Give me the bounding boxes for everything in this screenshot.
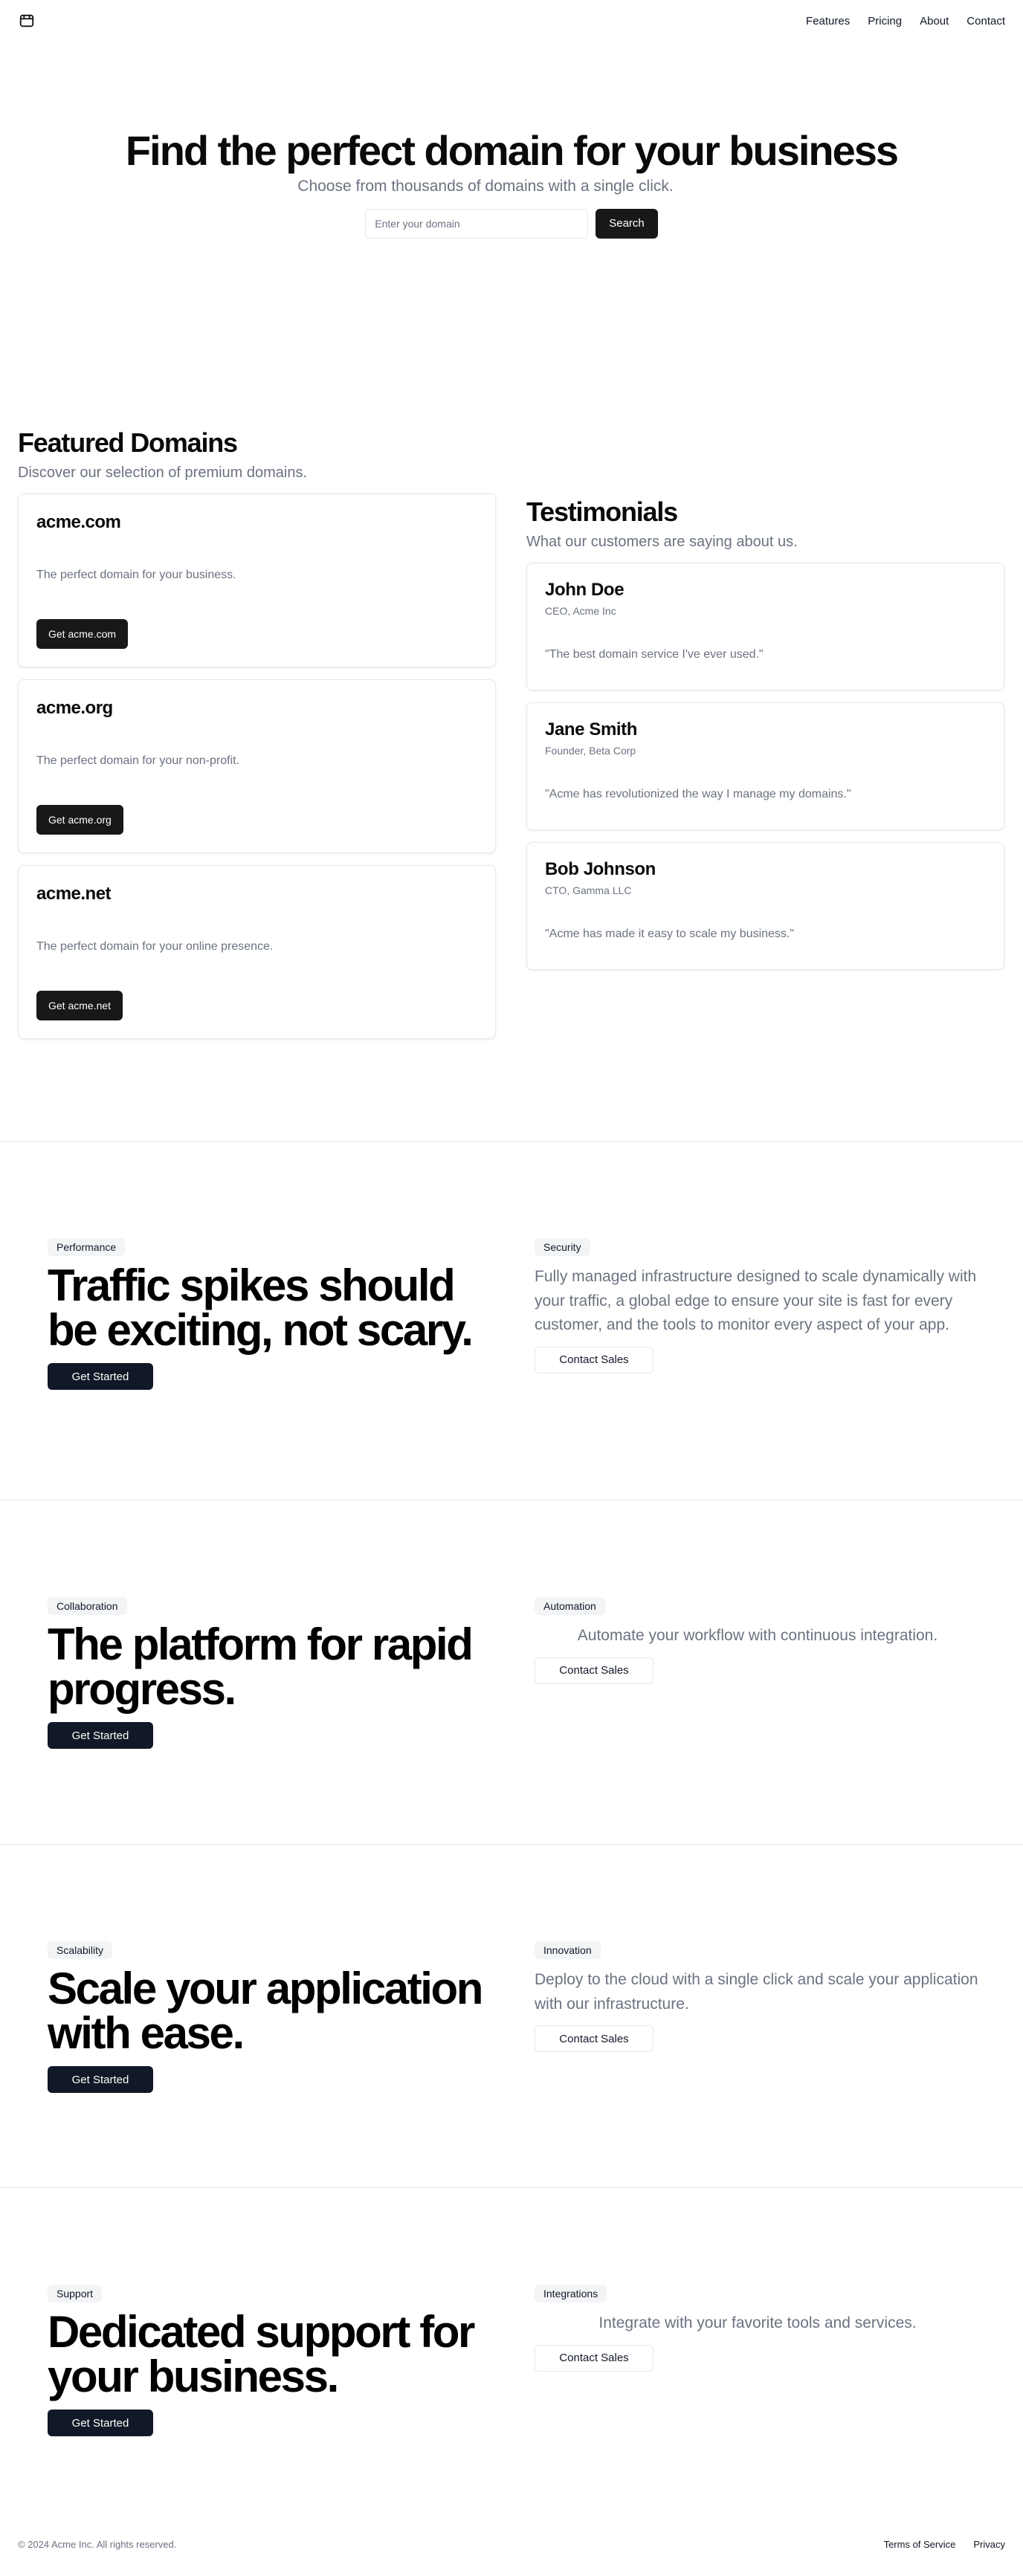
- domain-card: acme.net The perfect domain for your onl…: [18, 865, 496, 1039]
- nav-link-contact[interactable]: Contact: [966, 15, 1005, 27]
- feature-description: Fully managed infrastructure designed to…: [535, 1268, 977, 1334]
- get-domain-button[interactable]: Get acme.net: [36, 991, 123, 1020]
- domain-description: The perfect domain for your non-profit.: [36, 754, 240, 767]
- testimonial-quote: "Acme has made it easy to scale my busin…: [545, 928, 795, 940]
- get-domain-button[interactable]: Get acme.org: [36, 805, 123, 835]
- testimonial-card: Jane Smith Founder, Beta Corp "Acme has …: [526, 702, 1004, 830]
- feature-section-scalability: Scalability Scale your application with …: [0, 1844, 1023, 2187]
- feature-badge: Collaboration: [48, 1597, 127, 1615]
- feature-description: Integrate with your favorite tools and s…: [598, 2314, 917, 2331]
- search-button[interactable]: Search: [596, 208, 658, 239]
- contact-sales-button[interactable]: Contact Sales: [535, 2025, 654, 2053]
- feature-badge: Automation: [535, 1597, 605, 1615]
- testimonial-author: Jane Smith: [545, 719, 638, 740]
- get-started-button[interactable]: Get Started: [48, 2066, 153, 2093]
- feature-right-column: Security Fully managed infrastructure de…: [535, 1238, 981, 1373]
- testimonial-quote: "The best domain service I've ever used.…: [545, 648, 764, 661]
- testimonial-role: CTO, Gamma LLC: [545, 884, 632, 896]
- testimonial-list: John Doe CEO, Acme Inc "The best domain …: [526, 563, 1004, 970]
- featured-domains-section: Featured Domains Discover our selection …: [18, 427, 496, 1039]
- site-footer: © 2024 Acme Inc. All rights reserved. Te…: [18, 2539, 1005, 2550]
- feature-right-column: Innovation Deploy to the cloud with a si…: [535, 1941, 981, 2053]
- testimonial-author: Bob Johnson: [545, 859, 656, 879]
- feature-left-column: Support Dedicated support for your busin…: [48, 2285, 494, 2436]
- testimonials-title: Testimonials: [526, 496, 678, 527]
- testimonial-card: Bob Johnson CTO, Gamma LLC "Acme has mad…: [526, 842, 1004, 970]
- feature-left-column: Collaboration The platform for rapid pro…: [48, 1597, 494, 1749]
- hero-subtitle: Choose from thousands of domains with a …: [297, 177, 674, 195]
- domain-card: acme.org The perfect domain for your non…: [18, 679, 496, 853]
- nav-link-features[interactable]: Features: [806, 15, 850, 27]
- feature-left-column: Scalability Scale your application with …: [48, 1941, 494, 2093]
- testimonial-role: Founder, Beta Corp: [545, 745, 636, 757]
- nav-link-pricing[interactable]: Pricing: [868, 15, 902, 27]
- feature-title: Scale your application with ease.: [48, 1964, 483, 2058]
- get-started-button[interactable]: Get Started: [48, 2410, 153, 2436]
- domain-card: acme.com The perfect domain for your bus…: [18, 493, 496, 667]
- contact-sales-button[interactable]: Contact Sales: [535, 1346, 654, 1373]
- featured-title: Featured Domains: [18, 427, 238, 458]
- get-started-button[interactable]: Get Started: [48, 1722, 153, 1749]
- footer-link-terms[interactable]: Terms of Service: [884, 2539, 956, 2550]
- site-header: Features Pricing About Contact: [0, 0, 1023, 42]
- main-nav: Features Pricing About Contact: [806, 15, 1005, 27]
- feature-badge: Support: [48, 2285, 103, 2302]
- domain-description: The perfect domain for your online prese…: [36, 940, 274, 953]
- testimonial-quote: "Acme has revolutionized the way I manag…: [545, 788, 851, 800]
- feature-badge: Performance: [48, 1238, 126, 1256]
- footer-link-privacy[interactable]: Privacy: [973, 2539, 1005, 2550]
- feature-section-support: Support Dedicated support for your busin…: [0, 2187, 1023, 2514]
- feature-title: Dedicated support for your business.: [48, 2307, 475, 2401]
- testimonial-role: CEO, Acme Inc: [545, 605, 616, 617]
- domain-card-list: acme.com The perfect domain for your bus…: [18, 493, 496, 1039]
- get-started-button[interactable]: Get Started: [48, 1363, 153, 1390]
- hero-title: Find the perfect domain for your busines…: [125, 127, 899, 174]
- feature-badge: Innovation: [535, 1941, 601, 1959]
- feature-right-column: Integrations Integrate with your favorit…: [535, 2285, 981, 2372]
- testimonials-section: Testimonials What our customers are sayi…: [526, 496, 1004, 970]
- feature-right-column: Automation Automate your workflow with c…: [535, 1597, 981, 1684]
- domain-name: acme.org: [36, 698, 113, 718]
- nav-link-about[interactable]: About: [920, 15, 949, 27]
- copyright-text: © 2024 Acme Inc. All rights reserved.: [18, 2539, 177, 2550]
- feature-badge: Security: [535, 1238, 590, 1256]
- feature-title: Traffic spikes should be exciting, not s…: [48, 1261, 474, 1355]
- domain-search-input[interactable]: [365, 208, 589, 239]
- feature-left-column: Performance Traffic spikes should be exc…: [48, 1238, 494, 1390]
- domain-name: acme.net: [36, 884, 112, 904]
- feature-badge: Scalability: [48, 1941, 113, 1959]
- package-icon[interactable]: [18, 12, 36, 30]
- contact-sales-button[interactable]: Contact Sales: [535, 1657, 654, 1684]
- testimonial-card: John Doe CEO, Acme Inc "The best domain …: [526, 563, 1004, 690]
- feature-description: Automate your workflow with continuous i…: [577, 1627, 938, 1644]
- feature-section-performance: Performance Traffic spikes should be exc…: [0, 1141, 1023, 1500]
- contact-sales-button[interactable]: Contact Sales: [535, 2344, 654, 2372]
- feature-badge: Integrations: [535, 2285, 607, 2302]
- featured-subtitle: Discover our selection of premium domain…: [18, 465, 308, 481]
- domain-name: acme.com: [36, 512, 121, 532]
- feature-section-collaboration: Collaboration The platform for rapid pro…: [0, 1500, 1023, 1844]
- feature-description: Deploy to the cloud with a single click …: [535, 1971, 978, 2013]
- domain-search-form: Search: [0, 208, 1023, 239]
- hero-section: Find the perfect domain for your busines…: [0, 42, 1023, 239]
- testimonials-subtitle: What our customers are saying about us.: [526, 534, 798, 550]
- footer-links: Terms of Service Privacy: [884, 2539, 1005, 2550]
- testimonial-author: John Doe: [545, 580, 625, 600]
- domain-description: The perfect domain for your business.: [36, 569, 236, 581]
- get-domain-button[interactable]: Get acme.com: [36, 619, 129, 649]
- feature-title: The platform for rapid progress.: [48, 1619, 474, 1714]
